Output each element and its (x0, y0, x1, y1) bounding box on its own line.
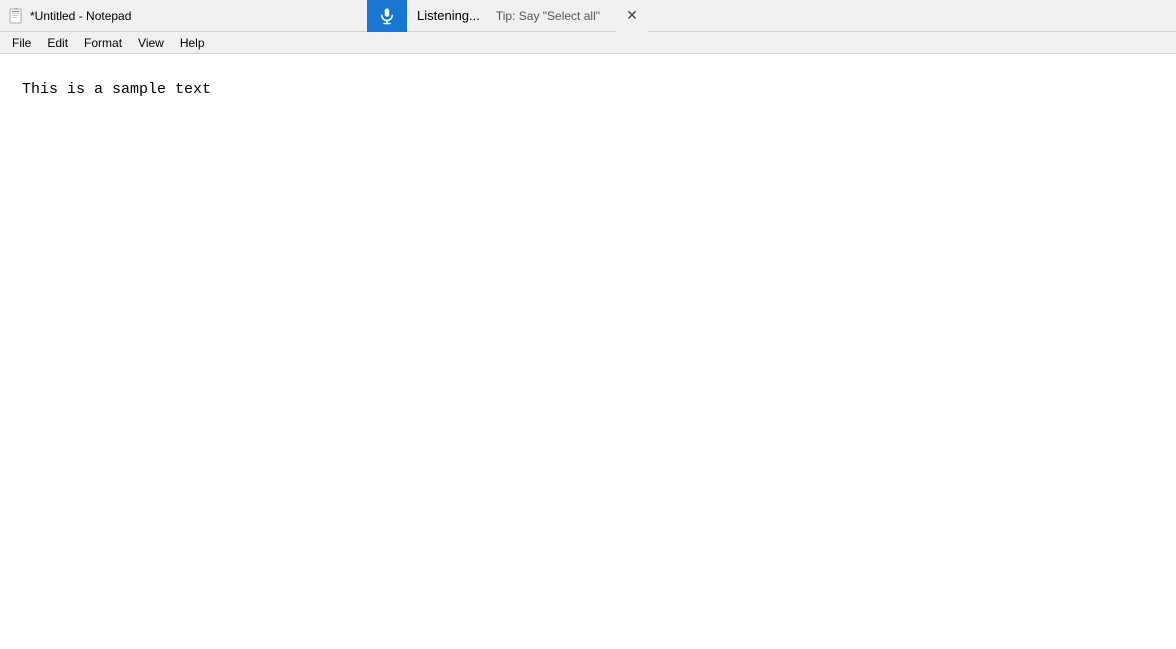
title-bar: *Untitled - Notepad Listening... Tip: Sa… (0, 0, 1176, 32)
close-icon: ✕ (626, 7, 638, 24)
dictation-toolbar: Listening... Tip: Say "Select all" ✕ (367, 0, 1176, 32)
menu-view[interactable]: View (130, 34, 172, 52)
mic-icon (378, 7, 396, 25)
editor-content: This is a sample text (22, 81, 211, 98)
notepad-icon (8, 8, 24, 24)
menu-format[interactable]: Format (76, 34, 130, 52)
menu-edit[interactable]: Edit (39, 34, 76, 52)
listening-label: Listening... (407, 8, 496, 23)
menu-help[interactable]: Help (172, 34, 213, 52)
editor-area[interactable]: This is a sample text (0, 54, 1176, 649)
menu-bar: File Edit Format View Help (0, 32, 1176, 54)
dictation-close-button[interactable]: ✕ (616, 0, 648, 32)
dictation-tip: Tip: Say "Select all" (496, 9, 616, 23)
menu-file[interactable]: File (4, 34, 39, 52)
microphone-button[interactable] (367, 0, 407, 32)
